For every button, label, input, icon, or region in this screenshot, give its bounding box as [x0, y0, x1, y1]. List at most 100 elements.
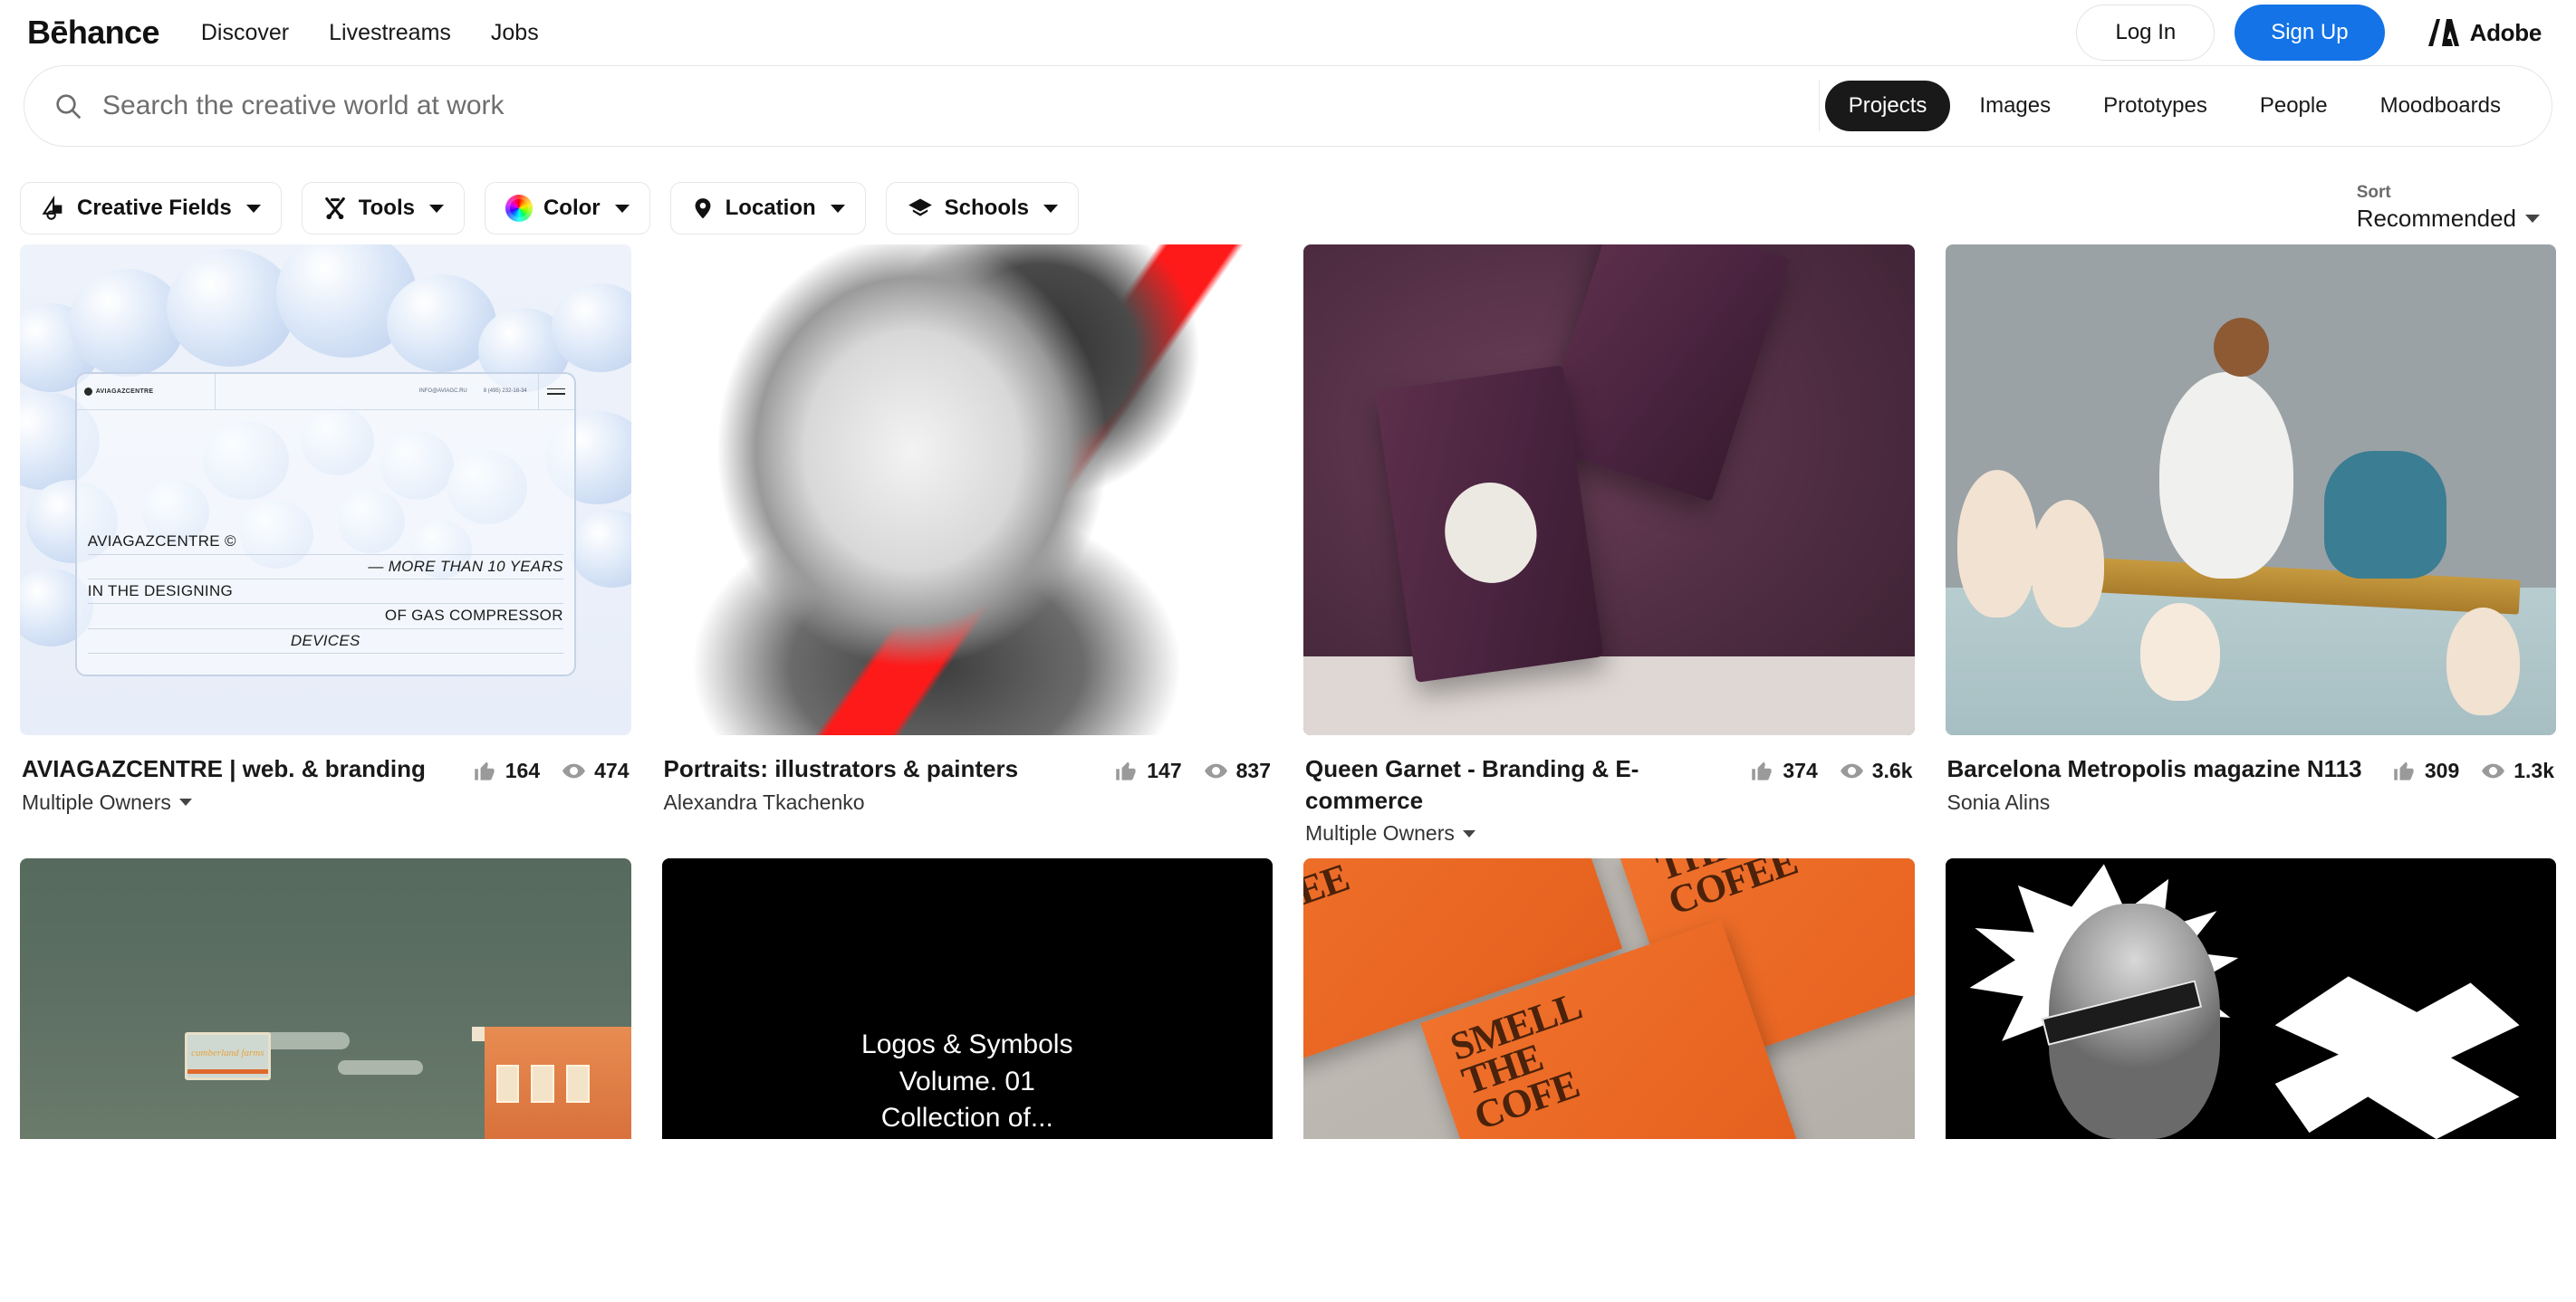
headline-line-1: AVIAGAZCENTRE © [87, 532, 236, 550]
product-label [1438, 476, 1543, 589]
project-stats: 147 837 [1114, 753, 1271, 783]
project-thumbnail[interactable] [1945, 858, 2556, 1140]
figure-hair [2214, 318, 2269, 378]
chevron-down-icon [428, 204, 444, 213]
project-owner-row[interactable]: Multiple Owners [22, 790, 458, 815]
project-title[interactable]: Barcelona Metropolis magazine N113 [1947, 753, 2378, 785]
views-stat[interactable]: 474 [562, 759, 630, 783]
search-scope-tabs: Projects Images Prototypes People Moodbo… [1824, 81, 2542, 131]
views-stat[interactable]: 3.6k [1840, 759, 1913, 783]
adobe-branding: Adobe [2427, 19, 2542, 47]
filter-creative-fields[interactable]: Creative Fields [20, 182, 282, 235]
headline-line-2: — MORE THAN 10 YEARS [87, 553, 563, 579]
project-thumbnail[interactable] [661, 244, 1273, 735]
primary-nav: Discover Livestreams Jobs [201, 20, 539, 46]
project-owner[interactable]: Sonia Alins [1947, 790, 2051, 815]
mockup-headline: AVIAGAZCENTRE © — MORE THAN 10 YEARS IN … [77, 530, 574, 673]
likes-stat[interactable]: 374 [1750, 759, 1818, 783]
project-card: THECOFEEE THECOFEE SMELLTHECOFE [1303, 858, 1915, 1140]
portrait-artwork [661, 244, 1273, 735]
header-actions: Log In Sign Up Adobe [2076, 5, 2542, 61]
project-card: Barcelona Metropolis magazine N113 Sonia… [1945, 244, 2556, 846]
browser-mockup: AVIAGAZCENTRE INFO@AVIAGC.RU 8 (495) 232… [74, 371, 576, 676]
filter-location[interactable]: Location [669, 182, 866, 235]
zigzag-shape [2274, 976, 2520, 1140]
project-info: Queen Garnet - Branding & E-commerce Mul… [1305, 753, 1750, 846]
logos-line-3: Collection of... [880, 1103, 1053, 1134]
schools-icon [908, 198, 932, 216]
project-owner[interactable]: Alexandra Tkachenko [664, 790, 865, 815]
search-bar[interactable]: Projects Images Prototypes People Moodbo… [24, 65, 2552, 147]
headline-line-4: OF GAS COMPRESSOR [87, 603, 563, 627]
behance-logo[interactable]: Bēhance [27, 14, 159, 52]
project-owner-row[interactable]: Alexandra Tkachenko [664, 790, 1101, 815]
sort-value: Recommended [2356, 204, 2516, 232]
project-owner-row[interactable]: Multiple Owners [1305, 821, 1735, 846]
search-divider [1818, 81, 1820, 131]
eye-icon [1204, 763, 1227, 779]
filter-color[interactable]: Color [484, 182, 650, 235]
project-thumbnail[interactable]: THECOFEEE THECOFEE SMELLTHECOFE [1303, 858, 1915, 1140]
search-section: Projects Images Prototypes People Moodbo… [0, 65, 2576, 147]
filter-schools[interactable]: Schools [885, 182, 1079, 235]
sign-up-button[interactable]: Sign Up [2235, 5, 2385, 61]
project-title[interactable]: AVIAGAZCENTRE | web. & branding [22, 753, 458, 785]
search-icon [53, 91, 82, 120]
likes-stat[interactable]: 309 [2392, 759, 2459, 783]
scope-tab-prototypes[interactable]: Prototypes [2080, 81, 2231, 131]
sort-dropdown[interactable]: Recommended [2357, 204, 2540, 235]
views-stat[interactable]: 837 [1204, 759, 1271, 783]
hamburger-icon [537, 373, 574, 409]
location-pin-icon [695, 198, 711, 219]
chevron-down-icon [1462, 829, 1475, 838]
scope-tab-images[interactable]: Images [1956, 81, 2074, 131]
logos-artwork-text: Logos & Symbols Volume. 01 Collection of… [861, 1027, 1072, 1139]
project-meta: Portraits: illustrators & painters Alexa… [662, 735, 1274, 815]
project-thumbnail[interactable]: AVIAGAZCENTRE INFO@AVIAGC.RU 8 (495) 232… [20, 244, 631, 735]
project-title[interactable]: Queen Garnet - Branding & E-commerce [1305, 753, 1735, 816]
project-stats: 164 474 [473, 753, 630, 783]
filter-creative-fields-label: Creative Fields [77, 196, 232, 220]
log-in-button[interactable]: Log In [2076, 5, 2216, 61]
likes-count: 164 [505, 759, 541, 782]
project-owner-row[interactable]: Sonia Alins [1947, 790, 2378, 815]
project-thumbnail[interactable]: cumberland farms [20, 858, 631, 1140]
project-owner[interactable]: Multiple Owners [1305, 821, 1455, 846]
nav-livestreams[interactable]: Livestreams [329, 20, 451, 46]
project-info: Barcelona Metropolis magazine N113 Sonia… [1947, 753, 2392, 815]
filter-schools-label: Schools [944, 196, 1029, 220]
likes-count: 147 [1147, 759, 1182, 782]
views-count: 474 [594, 759, 630, 782]
project-card [1945, 858, 2556, 1140]
project-thumbnail[interactable] [1303, 244, 1915, 735]
likes-stat[interactable]: 164 [473, 759, 540, 783]
chevron-down-icon [178, 799, 192, 807]
nav-discover[interactable]: Discover [201, 20, 289, 46]
logos-line-1: Logos & Symbols [861, 1029, 1073, 1059]
mockup-toolbar: AVIAGAZCENTRE INFO@AVIAGC.RU 8 (495) 232… [76, 373, 574, 410]
mockup-contact: INFO@AVIAGC.RU 8 (495) 232-18-34 [216, 388, 537, 394]
creative-fields-icon [42, 196, 62, 220]
project-card: Logos & Symbols Volume. 01 Collection of… [661, 858, 1273, 1140]
project-thumbnail[interactable] [1945, 244, 2556, 735]
scope-tab-projects[interactable]: Projects [1824, 81, 1951, 131]
likes-stat[interactable]: 147 [1114, 759, 1182, 783]
filter-color-label: Color [543, 196, 601, 220]
filter-tools[interactable]: Tools [301, 182, 465, 235]
project-card: cumberland farms [20, 858, 631, 1140]
project-owner[interactable]: Multiple Owners [22, 790, 171, 815]
views-count: 3.6k [1871, 759, 1913, 782]
project-title[interactable]: Portraits: illustrators & painters [664, 753, 1101, 785]
project-meta: AVIAGAZCENTRE | web. & branding Multiple… [20, 735, 631, 815]
scope-tab-moodboards[interactable]: Moodboards [2357, 81, 2524, 131]
scope-tab-people[interactable]: People [2236, 81, 2351, 131]
headline-line-3: IN THE DESIGNING [87, 578, 563, 603]
project-card: AVIAGAZCENTRE INFO@AVIAGC.RU 8 (495) 232… [20, 244, 631, 846]
nav-jobs[interactable]: Jobs [491, 20, 539, 46]
project-thumbnail[interactable]: Logos & Symbols Volume. 01 Collection of… [661, 858, 1273, 1140]
chevron-down-icon [2525, 215, 2540, 224]
search-input[interactable] [102, 79, 1810, 133]
project-grid-row-1: AVIAGAZCENTRE INFO@AVIAGC.RU 8 (495) 232… [0, 244, 2576, 846]
views-stat[interactable]: 1.3k [2481, 759, 2554, 783]
thumbs-up-icon [2394, 761, 2414, 780]
